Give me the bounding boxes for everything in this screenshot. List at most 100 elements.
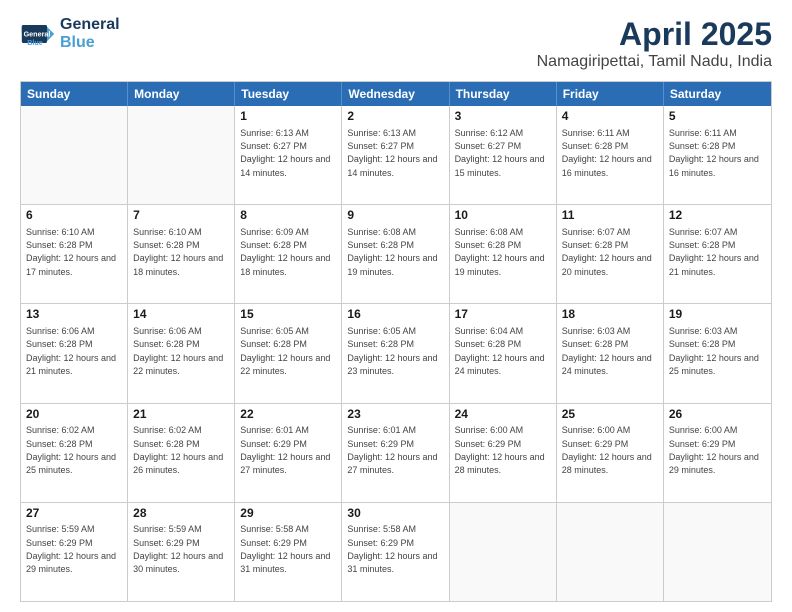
day-number: 27 — [26, 506, 122, 522]
day-cell-w1-d2 — [128, 106, 235, 204]
day-cell-w4-d6: 25 Sunrise: 6:00 AM Sunset: 6:29 PM Dayli… — [557, 404, 664, 502]
day-cell-w1-d6: 4Sunrise: 6:11 AM Sunset: 6:28 PM Daylig… — [557, 106, 664, 204]
day-info: Sunrise: 5:59 AM Sunset: 6:29 PM Dayligh… — [133, 524, 223, 574]
day-cell-w4-d5: 24 Sunrise: 6:00 AM Sunset: 6:29 PM Dayli… — [450, 404, 557, 502]
day-cell-w2-d5: 10Sunrise: 6:08 AM Sunset: 6:28 PM Dayli… — [450, 205, 557, 303]
header-monday: Monday — [128, 82, 235, 106]
day-cell-w4-d3: 22 Sunrise: 6:01 AM Sunset: 6:29 PM Dayli… — [235, 404, 342, 502]
day-cell-w5-d6 — [557, 503, 664, 601]
day-info: Sunrise: 6:00 AM Sunset: 6:29 PM Dayligh… — [669, 425, 759, 475]
day-number: 19 — [669, 307, 766, 323]
day-info: Sunrise: 6:13 AM Sunset: 6:27 PM Dayligh… — [347, 128, 437, 178]
day-info: Sunrise: 6:00 AM Sunset: 6:29 PM Dayligh… — [562, 425, 652, 475]
day-cell-w3-d4: 16Sunrise: 6:05 AM Sunset: 6:28 PM Dayli… — [342, 304, 449, 402]
header-thursday: Thursday — [450, 82, 557, 106]
week-row-3: 13Sunrise: 6:06 AM Sunset: 6:28 PM Dayli… — [21, 303, 771, 402]
day-cell-w5-d1: 27 Sunrise: 5:59 AM Sunset: 6:29 PM Dayli… — [21, 503, 128, 601]
day-info: Sunrise: 6:11 AM Sunset: 6:28 PM Dayligh… — [669, 128, 759, 178]
day-number: 9 — [347, 208, 443, 224]
header-saturday: Saturday — [664, 82, 771, 106]
day-cell-w2-d2: 7 Sunrise: 6:10 AM Sunset: 6:28 PM Daylig… — [128, 205, 235, 303]
day-number: 23 — [347, 407, 443, 423]
day-cell-w4-d7: 26 Sunrise: 6:00 AM Sunset: 6:29 PM Dayli… — [664, 404, 771, 502]
day-number: 12 — [669, 208, 766, 224]
day-info: Sunrise: 6:07 AM Sunset: 6:28 PM Dayligh… — [562, 227, 652, 277]
day-number: 5 — [669, 109, 766, 125]
day-info: Sunrise: 6:09 AM Sunset: 6:28 PM Dayligh… — [240, 227, 330, 277]
day-cell-w4-d4: 23 Sunrise: 6:01 AM Sunset: 6:29 PM Dayli… — [342, 404, 449, 502]
day-info: Sunrise: 6:13 AM Sunset: 6:27 PM Dayligh… — [240, 128, 330, 178]
day-info: Sunrise: 6:10 AM Sunset: 6:28 PM Dayligh… — [133, 227, 223, 277]
header-sunday: Sunday — [21, 82, 128, 106]
day-cell-w5-d7 — [664, 503, 771, 601]
logo-text-general: General — [60, 16, 120, 34]
day-info: Sunrise: 6:10 AM Sunset: 6:28 PM Dayligh… — [26, 227, 116, 277]
day-number: 26 — [669, 407, 766, 423]
calendar-body: 1 Sunrise: 6:13 AM Sunset: 6:27 PM Daylig… — [21, 106, 771, 601]
day-number: 29 — [240, 506, 336, 522]
day-cell-w4-d2: 21 Sunrise: 6:02 AM Sunset: 6:28 PM Dayli… — [128, 404, 235, 502]
title-block: April 2025 Namagiripettai, Tamil Nadu, I… — [537, 16, 772, 71]
day-number: 3 — [455, 109, 551, 125]
day-info: Sunrise: 6:03 AM Sunset: 6:28 PM Dayligh… — [669, 326, 759, 376]
day-number: 6 — [26, 208, 122, 224]
week-row-1: 1 Sunrise: 6:13 AM Sunset: 6:27 PM Daylig… — [21, 106, 771, 204]
day-number: 13 — [26, 307, 122, 323]
calendar: Sunday Monday Tuesday Wednesday Thursday… — [20, 81, 772, 602]
day-info: Sunrise: 6:01 AM Sunset: 6:29 PM Dayligh… — [240, 425, 330, 475]
day-info: Sunrise: 5:59 AM Sunset: 6:29 PM Dayligh… — [26, 524, 116, 574]
day-cell-w3-d2: 14Sunrise: 6:06 AM Sunset: 6:28 PM Dayli… — [128, 304, 235, 402]
day-number: 20 — [26, 407, 122, 423]
calendar-header: Sunday Monday Tuesday Wednesday Thursday… — [21, 82, 771, 106]
day-number: 7 — [133, 208, 229, 224]
day-cell-w5-d4: 30 Sunrise: 5:58 AM Sunset: 6:29 PM Dayli… — [342, 503, 449, 601]
header-tuesday: Tuesday — [235, 82, 342, 106]
day-number: 25 — [562, 407, 658, 423]
day-number: 15 — [240, 307, 336, 323]
day-info: Sunrise: 6:03 AM Sunset: 6:28 PM Dayligh… — [562, 326, 652, 376]
day-cell-w3-d3: 15 Sunrise: 6:05 AM Sunset: 6:28 PM Dayli… — [235, 304, 342, 402]
day-cell-w1-d3: 1 Sunrise: 6:13 AM Sunset: 6:27 PM Daylig… — [235, 106, 342, 204]
day-cell-w1-d4: 2Sunrise: 6:13 AM Sunset: 6:27 PM Daylig… — [342, 106, 449, 204]
page-title: April 2025 — [537, 16, 772, 53]
day-number: 28 — [133, 506, 229, 522]
day-cell-w2-d6: 11Sunrise: 6:07 AM Sunset: 6:28 PM Dayli… — [557, 205, 664, 303]
day-number: 22 — [240, 407, 336, 423]
page-subtitle: Namagiripettai, Tamil Nadu, India — [537, 53, 772, 71]
logo: General Blue General Blue — [20, 16, 120, 52]
day-info: Sunrise: 6:02 AM Sunset: 6:28 PM Dayligh… — [133, 425, 223, 475]
day-cell-w2-d7: 12Sunrise: 6:07 AM Sunset: 6:28 PM Dayli… — [664, 205, 771, 303]
day-info: Sunrise: 6:04 AM Sunset: 6:28 PM Dayligh… — [455, 326, 545, 376]
day-info: Sunrise: 6:05 AM Sunset: 6:28 PM Dayligh… — [240, 326, 330, 376]
day-cell-w5-d5 — [450, 503, 557, 601]
day-cell-w2-d3: 8 Sunrise: 6:09 AM Sunset: 6:28 PM Daylig… — [235, 205, 342, 303]
day-number: 30 — [347, 506, 443, 522]
header-wednesday: Wednesday — [342, 82, 449, 106]
day-cell-w3-d6: 18 Sunrise: 6:03 AM Sunset: 6:28 PM Dayli… — [557, 304, 664, 402]
day-number: 14 — [133, 307, 229, 323]
day-cell-w5-d2: 28 Sunrise: 5:59 AM Sunset: 6:29 PM Dayli… — [128, 503, 235, 601]
logo-text-blue: Blue — [60, 34, 120, 52]
day-cell-w3-d1: 13Sunrise: 6:06 AM Sunset: 6:28 PM Dayli… — [21, 304, 128, 402]
day-cell-w5-d3: 29Sunrise: 5:58 AM Sunset: 6:29 PM Dayli… — [235, 503, 342, 601]
day-number: 8 — [240, 208, 336, 224]
day-cell-w1-d7: 5 Sunrise: 6:11 AM Sunset: 6:28 PM Daylig… — [664, 106, 771, 204]
day-info: Sunrise: 6:11 AM Sunset: 6:28 PM Dayligh… — [562, 128, 652, 178]
day-cell-w4-d1: 20 Sunrise: 6:02 AM Sunset: 6:28 PM Dayli… — [21, 404, 128, 502]
day-number: 10 — [455, 208, 551, 224]
day-cell-w2-d1: 6 Sunrise: 6:10 AM Sunset: 6:28 PM Daylig… — [21, 205, 128, 303]
day-cell-w1-d5: 3Sunrise: 6:12 AM Sunset: 6:27 PM Daylig… — [450, 106, 557, 204]
day-info: Sunrise: 6:05 AM Sunset: 6:28 PM Dayligh… — [347, 326, 437, 376]
day-number: 18 — [562, 307, 658, 323]
day-info: Sunrise: 6:01 AM Sunset: 6:29 PM Dayligh… — [347, 425, 437, 475]
day-info: Sunrise: 6:02 AM Sunset: 6:28 PM Dayligh… — [26, 425, 116, 475]
day-number: 1 — [240, 109, 336, 125]
day-info: Sunrise: 6:00 AM Sunset: 6:29 PM Dayligh… — [455, 425, 545, 475]
day-cell-w1-d1 — [21, 106, 128, 204]
day-info: Sunrise: 6:08 AM Sunset: 6:28 PM Dayligh… — [347, 227, 437, 277]
day-number: 21 — [133, 407, 229, 423]
day-info: Sunrise: 5:58 AM Sunset: 6:29 PM Dayligh… — [347, 524, 437, 574]
day-cell-w2-d4: 9 Sunrise: 6:08 AM Sunset: 6:28 PM Daylig… — [342, 205, 449, 303]
day-number: 24 — [455, 407, 551, 423]
svg-text:Blue: Blue — [27, 38, 43, 47]
